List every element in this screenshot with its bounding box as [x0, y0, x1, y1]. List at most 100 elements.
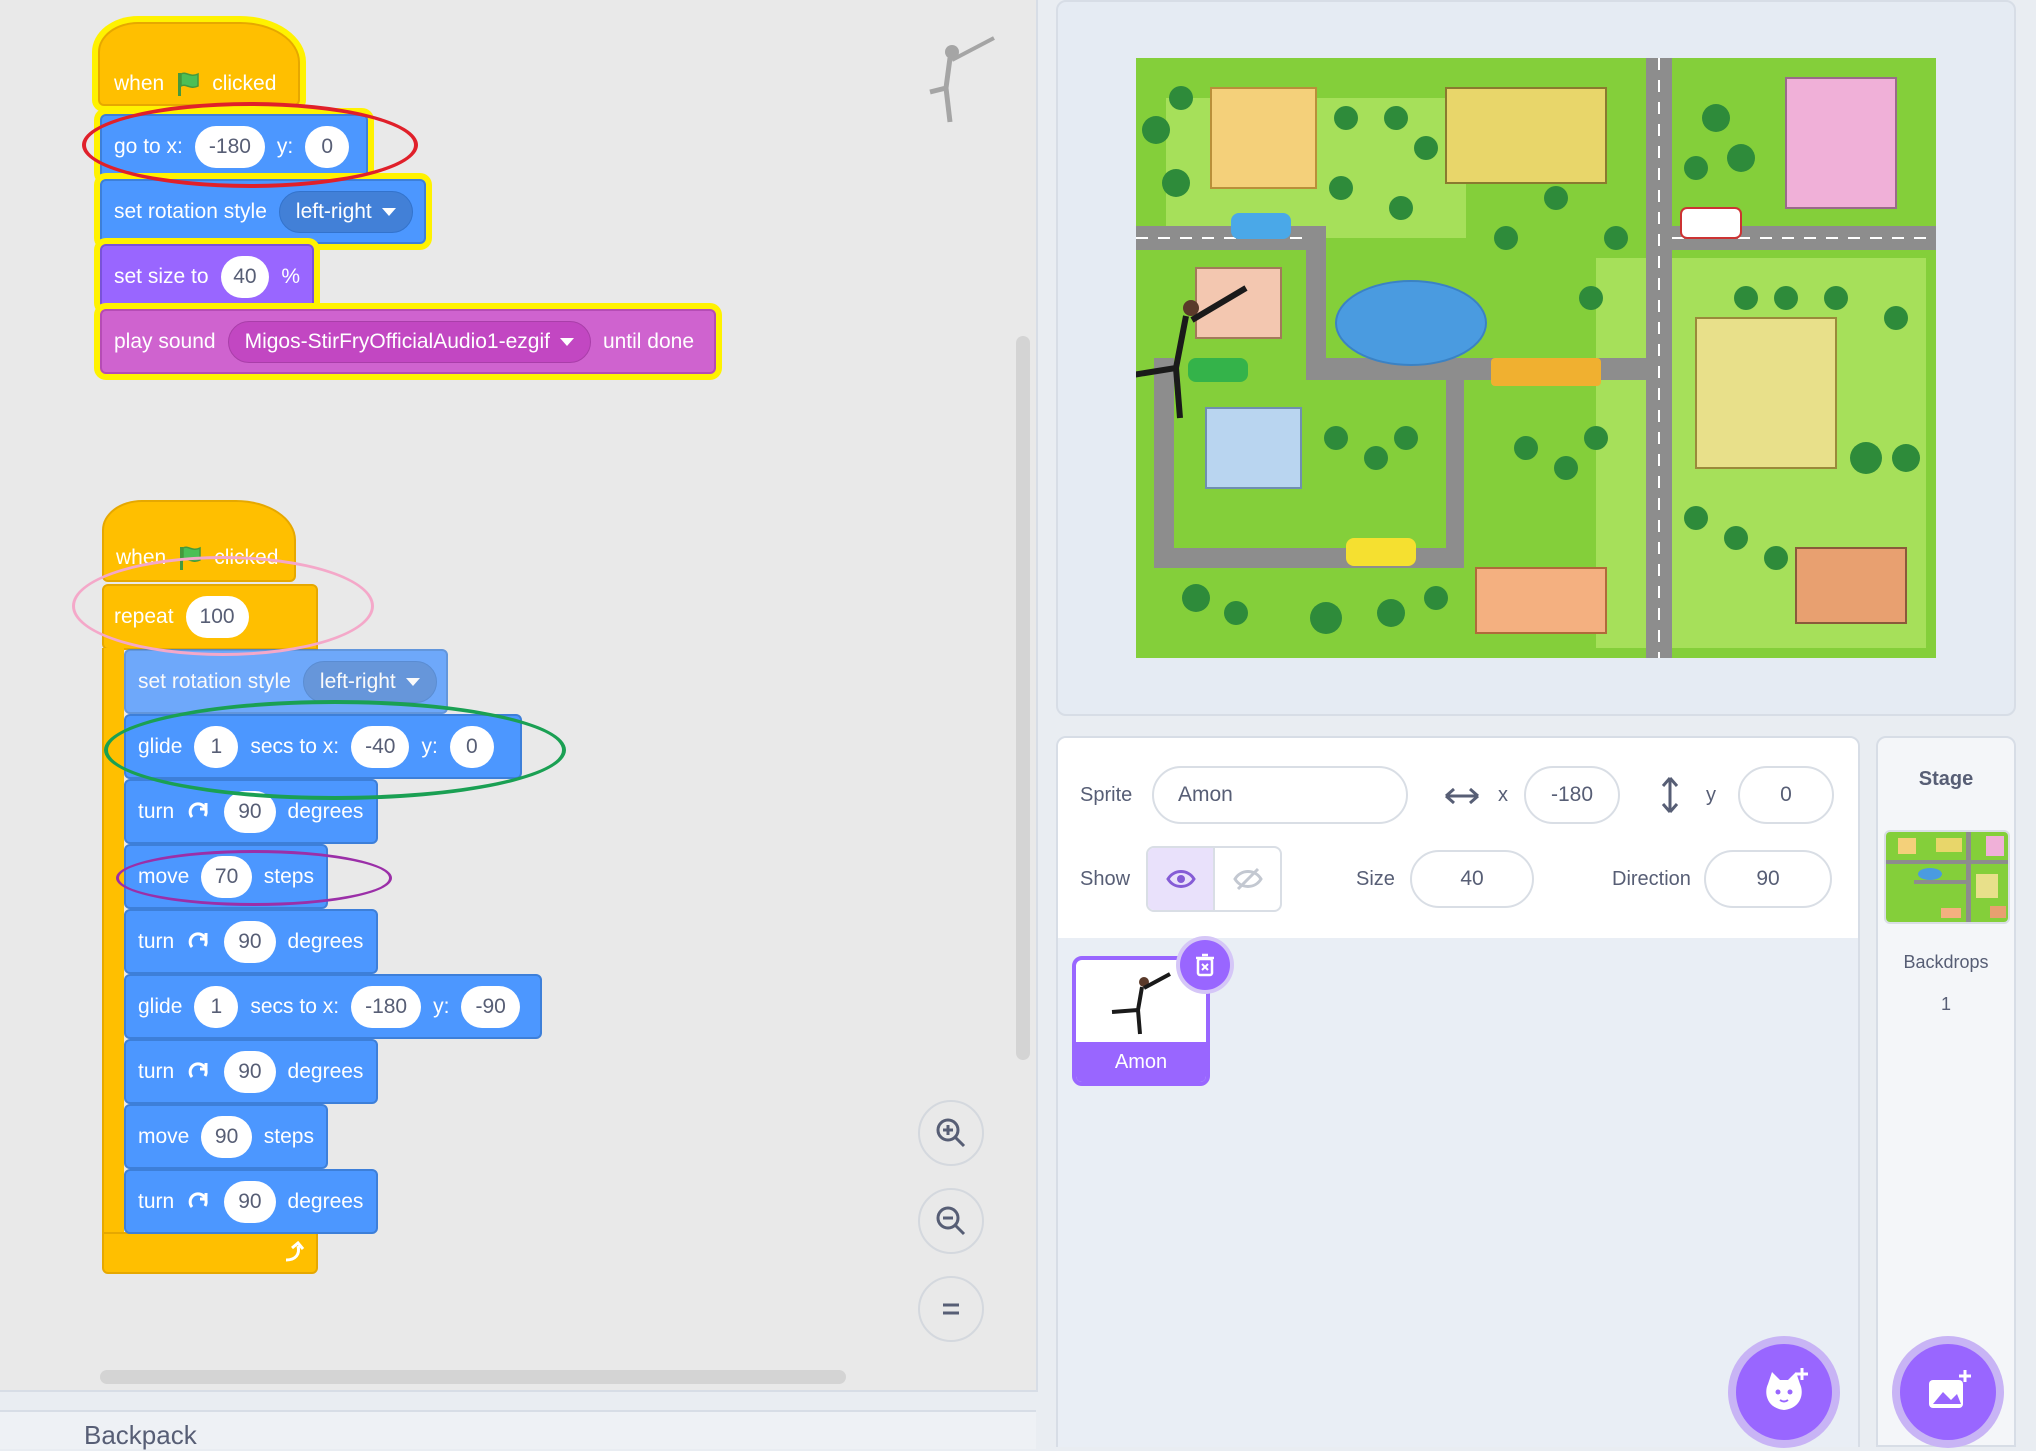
play-sound-until-done-block[interactable]: play sound Migos-StirFryOfficialAudio1-e…: [100, 309, 716, 374]
size-input[interactable]: 40: [1410, 850, 1534, 908]
turn-suffix: degrees: [287, 1059, 364, 1083]
turn-degrees-input[interactable]: 90: [224, 1050, 276, 1093]
backdrop-thumbnail[interactable]: [1884, 830, 2010, 924]
sprite-name-value: Amon: [1178, 783, 1233, 806]
rotate-clockwise-icon: [188, 1191, 208, 1208]
glide-y-input[interactable]: -90: [461, 985, 520, 1028]
rotation-value: left-right: [319, 669, 396, 693]
code-area[interactable]: when clicked go to x: -180 y: 0 set rota…: [0, 0, 1038, 1392]
pink-highlight-ellipse: [72, 556, 374, 656]
zoom-out-button[interactable]: [918, 1188, 984, 1254]
turn-suffix: degrees: [287, 1189, 364, 1213]
size-input[interactable]: 40: [220, 255, 270, 298]
purple-highlight-ellipse: [116, 850, 392, 906]
size-unit: %: [281, 264, 300, 288]
x-value: -180: [1550, 783, 1594, 806]
sound-value: Migos-StirFryOfficialAudio1-ezgif: [244, 329, 550, 353]
rotation-label: set rotation style: [138, 669, 291, 693]
turn-suffix: degrees: [287, 799, 364, 823]
equals-icon: [943, 1303, 959, 1315]
sprite-label: Sprite: [1080, 784, 1133, 806]
rotate-clockwise-icon: [188, 801, 208, 818]
backdrops-label: Backdrops: [1903, 952, 1989, 972]
turn-label: turn: [138, 799, 175, 823]
direction-value: 90: [1756, 867, 1780, 890]
move-steps-input[interactable]: 90: [201, 1115, 252, 1158]
move-block-2[interactable]: move 90 steps: [124, 1104, 328, 1169]
chevron-down-icon: [559, 337, 574, 346]
rotation-style-dropdown-2[interactable]: left-right: [302, 660, 437, 703]
horizontal-arrows-icon: [1445, 787, 1479, 805]
glide-label: glide: [138, 994, 183, 1018]
backdrop-add-icon: [1929, 1370, 1971, 1408]
glide-secs-input[interactable]: 1: [194, 985, 239, 1028]
set-size-block[interactable]: set size to 40 %: [100, 244, 314, 309]
y-position-input[interactable]: 0: [1738, 766, 1834, 824]
size-value: 40: [1460, 867, 1484, 890]
chevron-down-icon: [405, 677, 420, 686]
glide-y-label: y:: [433, 994, 450, 1018]
sound-label: play sound: [114, 329, 216, 353]
rotation-label: set rotation style: [114, 199, 267, 223]
turn-label: turn: [138, 1059, 175, 1083]
y-label: y: [1706, 784, 1716, 806]
red-highlight-ellipse: [82, 102, 418, 188]
x-position-input[interactable]: -180: [1524, 766, 1620, 824]
horizontal-scrollbar[interactable]: [100, 1370, 846, 1384]
size-label: Size: [1356, 868, 1395, 890]
glide-x-input[interactable]: -180: [351, 985, 422, 1028]
sprite-name-input[interactable]: Amon: [1152, 766, 1408, 824]
glide-mid: secs to x:: [250, 994, 340, 1018]
turn-block-3[interactable]: turn 90 degrees: [124, 1039, 378, 1104]
turn-degrees-input[interactable]: 90: [224, 920, 276, 963]
x-label: x: [1498, 784, 1508, 806]
choose-backdrop-button[interactable]: [1900, 1344, 1996, 1440]
stage-canvas[interactable]: [1136, 58, 1936, 658]
turn-label: turn: [138, 1189, 175, 1213]
vertical-scrollbar[interactable]: [1016, 336, 1030, 1060]
repeat-footer: [102, 1232, 318, 1274]
backpack-header[interactable]: Backpack: [0, 1410, 1036, 1450]
zoom-in-icon: [936, 1118, 966, 1148]
show-visible-button[interactable]: [1148, 848, 1215, 910]
sound-dropdown[interactable]: Migos-StirFryOfficialAudio1-ezgif: [227, 320, 591, 363]
rotation-value: left-right: [295, 199, 372, 223]
rotate-clockwise-icon: [188, 931, 208, 948]
turn-block-2[interactable]: turn 90 degrees: [124, 909, 378, 974]
glide-block-2[interactable]: glide 1 secs to x: -180 y: -90: [124, 974, 542, 1039]
sound-suffix: until done: [602, 329, 695, 353]
move-label: move: [138, 1124, 190, 1148]
sprite-tile-name: Amon: [1076, 1042, 1206, 1082]
vertical-arrows-icon: [1661, 777, 1679, 813]
zoom-out-icon: [936, 1206, 966, 1236]
when-flag-clicked-hat-1[interactable]: when clicked: [98, 22, 300, 106]
backdrop-thumbnail-image: [1886, 832, 2008, 922]
sprite-ghost-icon: [929, 36, 995, 123]
green-highlight-ellipse: [104, 700, 566, 800]
stage-selector[interactable]: Stage Backdrops 1: [1876, 736, 2016, 1447]
direction-input[interactable]: 90: [1704, 850, 1832, 908]
delete-sprite-button[interactable]: [1180, 940, 1230, 990]
y-value: 0: [1780, 783, 1792, 806]
eye-icon: [1165, 870, 1196, 888]
city-map-backdrop: [1136, 58, 1936, 658]
set-rotation-style-block-1[interactable]: set rotation style left-right: [100, 179, 426, 244]
sprite-thumbnail: [1111, 972, 1171, 1035]
choose-sprite-button[interactable]: [1736, 1344, 1832, 1440]
turn-block-4[interactable]: turn 90 degrees: [124, 1169, 378, 1234]
backpack-label: Backpack: [84, 1420, 197, 1450]
zoom-in-button[interactable]: [918, 1100, 984, 1166]
sprite-info-panel: Sprite Amon x -180 y 0 Show Size 40 Dire…: [1058, 738, 1858, 938]
zoom-reset-button[interactable]: [918, 1276, 984, 1342]
rotation-style-dropdown-1[interactable]: left-right: [278, 190, 413, 233]
rotate-clockwise-icon: [188, 1061, 208, 1078]
show-toggle[interactable]: [1146, 846, 1282, 912]
turn-degrees-input[interactable]: 90: [224, 1180, 276, 1223]
size-label: set size to: [114, 264, 209, 288]
sprite-list: Amon: [1058, 938, 1858, 1447]
move-suffix: steps: [263, 1124, 314, 1148]
eye-slash-icon: [1232, 867, 1263, 891]
chevron-down-icon: [381, 207, 396, 216]
show-hidden-button[interactable]: [1215, 848, 1280, 910]
direction-label: Direction: [1612, 868, 1691, 890]
